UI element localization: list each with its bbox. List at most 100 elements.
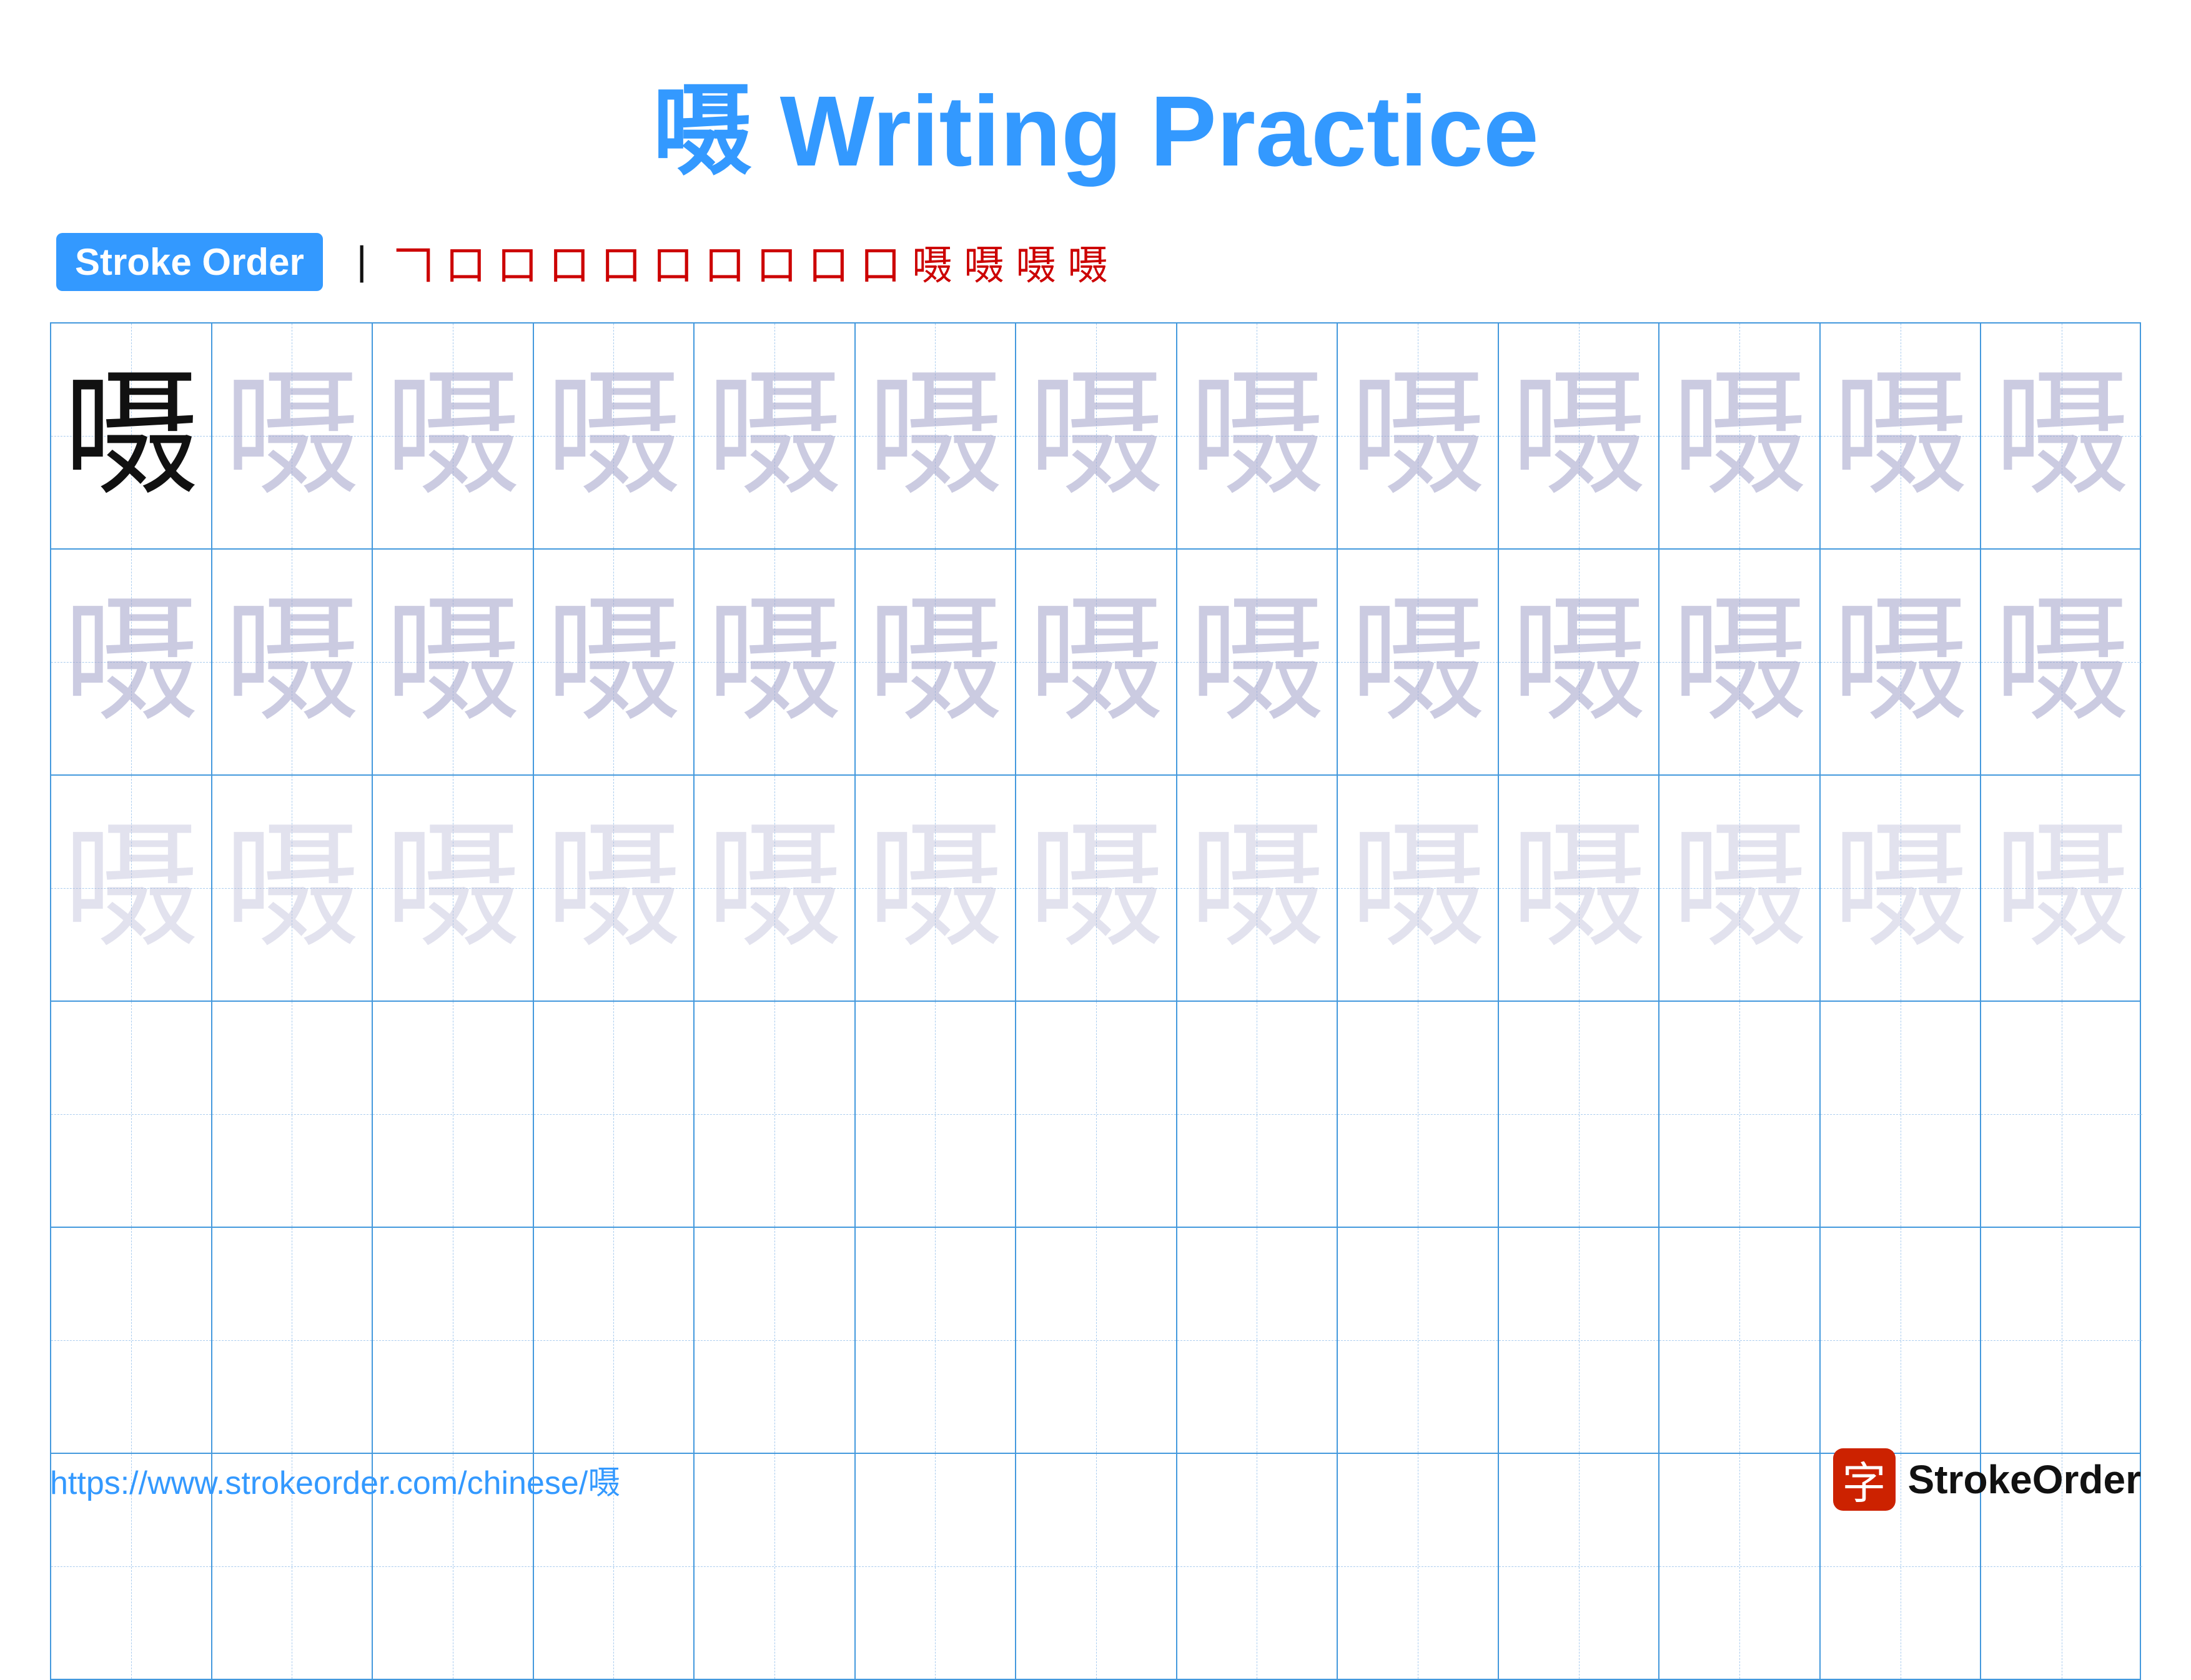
grid-cell-empty[interactable]	[695, 1228, 856, 1453]
grid-cell: 嗫	[1177, 776, 1338, 1001]
char-faded-light: 嗫	[384, 819, 522, 957]
grid-cell: 嗫	[51, 550, 212, 774]
char-faded-light: 嗫	[1993, 819, 2130, 957]
grid-cell-empty[interactable]	[212, 1228, 373, 1453]
grid-cell-empty[interactable]	[1499, 1228, 1660, 1453]
char-faded: 嗫	[223, 367, 360, 505]
grid-cell-empty[interactable]	[1659, 1228, 1821, 1453]
stroke-step-13: 嗫	[964, 232, 1004, 291]
grid-cell-empty[interactable]	[1016, 1002, 1177, 1227]
grid-cell-empty[interactable]	[856, 1002, 1017, 1227]
char-faded: 嗫	[1832, 367, 1969, 505]
grid-cell-empty[interactable]	[1016, 1228, 1177, 1453]
char-solid: 嗫	[62, 367, 200, 505]
grid-cell-empty[interactable]	[695, 1002, 856, 1227]
char-faded-light: 嗫	[706, 819, 843, 957]
grid-row-2: 嗫 嗫 嗫 嗫 嗫 嗫 嗫 嗫 嗫 嗫 嗫 嗫 嗫	[51, 550, 2140, 776]
grid-cell: 嗫	[1821, 776, 1982, 1001]
grid-cell: 嗫	[1338, 324, 1499, 548]
grid-cell: 嗫	[534, 324, 695, 548]
stroke-step-5: 口	[549, 232, 590, 291]
char-faded: 嗫	[384, 367, 522, 505]
stroke-step-15: 嗫	[1067, 232, 1108, 291]
grid-cell-empty[interactable]	[1821, 1228, 1982, 1453]
char-faded-light: 嗫	[1510, 819, 1648, 957]
grid-cell-empty[interactable]	[373, 1002, 534, 1227]
grid-cell-empty[interactable]	[1499, 1002, 1660, 1227]
char-faded: 嗫	[1027, 593, 1165, 731]
footer-logo: 字 StrokeOrder	[1833, 1448, 2141, 1511]
grid-cell: 嗫	[1016, 324, 1177, 548]
stroke-order-badge: Stroke Order	[56, 233, 323, 291]
page-title: 嗫 Writing Practice	[652, 75, 1539, 187]
char-faded: 嗫	[1993, 367, 2130, 505]
stroke-step-10: 口	[808, 232, 849, 291]
char-faded: 嗫	[706, 593, 843, 731]
grid-cell: 嗫	[534, 776, 695, 1001]
grid-cell: 嗫	[51, 776, 212, 1001]
grid-cell: 嗫	[1981, 776, 2142, 1001]
grid-cell: 嗫	[534, 550, 695, 774]
char-faded: 嗫	[866, 367, 1004, 505]
grid-cell-empty[interactable]	[1338, 1002, 1499, 1227]
char-faded-light: 嗫	[1027, 819, 1165, 957]
footer-url[interactable]: https://www.strokeorder.com/chinese/嗫	[50, 1456, 620, 1503]
char-faded: 嗫	[1510, 367, 1648, 505]
grid-cell-empty[interactable]	[1981, 1002, 2142, 1227]
char-faded: 嗫	[1671, 367, 1808, 505]
grid-cell: 嗫	[1659, 324, 1821, 548]
grid-cell-empty[interactable]	[534, 1002, 695, 1227]
grid-cell: 嗫	[856, 324, 1017, 548]
stroke-step-3: 口	[445, 232, 486, 291]
grid-row-3: 嗫 嗫 嗫 嗫 嗫 嗫 嗫 嗫 嗫 嗫 嗫 嗫 嗫	[51, 776, 2140, 1002]
char-faded: 嗫	[1671, 593, 1808, 731]
stroke-step-8: 口	[705, 232, 745, 291]
char-faded-light: 嗫	[1671, 819, 1808, 957]
stroke-step-11: 口	[860, 232, 901, 291]
char-faded: 嗫	[1349, 593, 1486, 731]
stroke-step-12: 嗫	[912, 232, 952, 291]
grid-cell: 嗫	[51, 324, 212, 548]
char-faded-light: 嗫	[223, 819, 360, 957]
grid-cell-empty[interactable]	[1177, 1002, 1338, 1227]
char-faded: 嗫	[1188, 367, 1325, 505]
grid-cell-empty[interactable]	[1659, 1002, 1821, 1227]
grid-cell: 嗫	[212, 550, 373, 774]
stroke-steps: 丨𠃍口口口口口口口口口嗫嗫嗫嗫	[342, 232, 1108, 291]
char-faded-light: 嗫	[1188, 819, 1325, 957]
grid-cell-empty[interactable]	[212, 1002, 373, 1227]
char-faded-light: 嗫	[1349, 819, 1486, 957]
logo-char: 字	[1842, 1448, 1886, 1511]
grid-cell-empty[interactable]	[1821, 1002, 1982, 1227]
grid-cell: 嗫	[856, 550, 1017, 774]
grid-cell-empty[interactable]	[1981, 1228, 2142, 1453]
char-faded: 嗫	[706, 367, 843, 505]
stroke-order-row: Stroke Order 丨𠃍口口口口口口口口口嗫嗫嗫嗫	[0, 232, 2191, 291]
grid-cell: 嗫	[212, 776, 373, 1001]
grid-cell-empty[interactable]	[1177, 1228, 1338, 1453]
grid-cell: 嗫	[1499, 550, 1660, 774]
grid-cell: 嗫	[1981, 550, 2142, 774]
grid-cell: 嗫	[1981, 324, 2142, 548]
grid-cell: 嗫	[1338, 776, 1499, 1001]
char-faded: 嗫	[1993, 593, 2130, 731]
grid-cell: 嗫	[695, 324, 856, 548]
grid-cell-empty[interactable]	[373, 1228, 534, 1453]
stroke-step-1: 丨	[342, 232, 382, 291]
char-faded: 嗫	[1027, 367, 1165, 505]
grid-cell-empty[interactable]	[856, 1228, 1017, 1453]
char-faded: 嗫	[545, 367, 682, 505]
stroke-step-2: 𠃍	[393, 232, 434, 291]
char-faded-light: 嗫	[545, 819, 682, 957]
grid-cell-empty[interactable]	[534, 1228, 695, 1453]
grid-row-4	[51, 1002, 2140, 1228]
grid-cell-empty[interactable]	[1338, 1228, 1499, 1453]
grid-cell-empty[interactable]	[51, 1002, 212, 1227]
char-faded: 嗫	[223, 593, 360, 731]
stroke-step-9: 口	[756, 232, 797, 291]
title-area: 嗫 Writing Practice	[0, 0, 2191, 195]
grid-cell-empty[interactable]	[51, 1228, 212, 1453]
grid-cell: 嗫	[1016, 550, 1177, 774]
grid-cell: 嗫	[1016, 776, 1177, 1001]
grid-cell: 嗫	[856, 776, 1017, 1001]
